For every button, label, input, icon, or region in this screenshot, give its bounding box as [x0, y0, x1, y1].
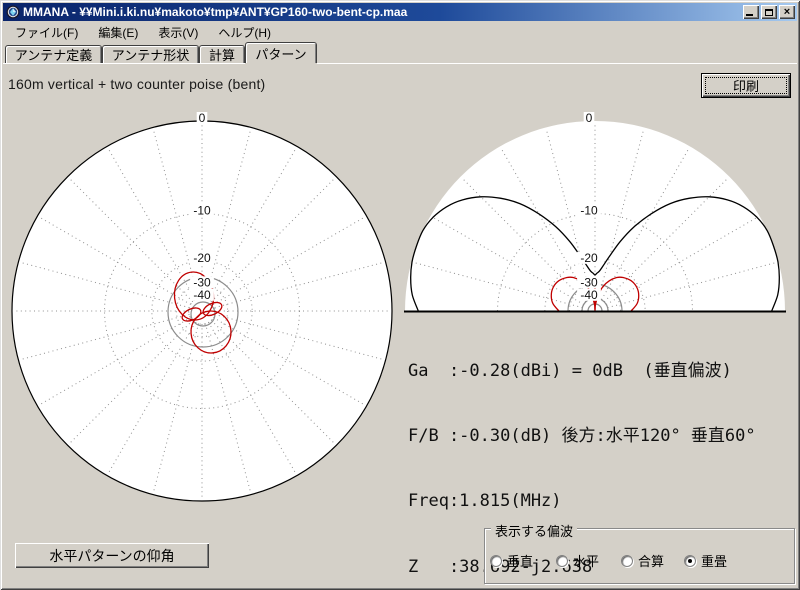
result-gain: Ga :-0.28(dBi) = 0dB (垂直偏波) [408, 361, 756, 383]
result-frequency: Freq:1.815(MHz) [408, 491, 756, 513]
polarization-group-title: 表示する偏波 [491, 521, 577, 540]
radio-vertical-icon [490, 555, 502, 567]
svg-text:-20: -20 [193, 251, 211, 265]
radio-superimposed-icon [684, 555, 696, 567]
minimize-icon [746, 14, 753, 16]
tab-calculate[interactable]: 計算 [199, 45, 245, 63]
menu-help[interactable]: ヘルプ(H) [212, 22, 277, 43]
antenna-name-text: 160m vertical + two counter poise (bent) [8, 76, 265, 92]
close-icon: × [784, 7, 790, 18]
maximize-icon [765, 9, 773, 16]
tab-strip: アンテナ定義 アンテナ形状 計算 パターン [3, 42, 797, 63]
radio-horizontal[interactable]: 水平 [556, 551, 599, 570]
menu-file[interactable]: ファイル(F) [9, 22, 84, 43]
elevation-pattern-plot: 0-10-20-30-40 [395, 111, 795, 317]
tab-antenna-definition[interactable]: アンテナ定義 [5, 45, 102, 63]
azimuth-pattern-plot: 0-10-20-30-40 [2, 111, 402, 511]
svg-text:0: 0 [199, 111, 206, 125]
print-button-label: 印刷 [705, 77, 787, 94]
print-button[interactable]: 印刷 [701, 73, 791, 98]
result-front-back: F/B :-0.30(dB) 後方:水平120° 垂直60° [408, 426, 756, 448]
tab-pattern[interactable]: パターン [245, 42, 317, 63]
title-bar: MMANA - ¥¥Mini.i.ki.nu¥makoto¥tmp¥ANT¥GP… [3, 3, 797, 21]
mmana-app-icon [6, 5, 20, 19]
menu-edit[interactable]: 編集(E) [92, 22, 144, 43]
radio-superimposed[interactable]: 重畳 [684, 551, 727, 570]
tab-antenna-shape[interactable]: アンテナ形状 [102, 45, 199, 63]
maximize-button[interactable] [761, 5, 777, 19]
menu-view[interactable]: 表示(V) [152, 22, 204, 43]
close-button[interactable]: × [779, 5, 795, 19]
svg-text:-40: -40 [580, 288, 598, 302]
menu-bar: ファイル(F) 編集(E) 表示(V) ヘルプ(H) [3, 22, 797, 42]
radio-horizontal-icon [556, 555, 568, 567]
svg-text:0: 0 [586, 111, 593, 125]
polarization-groupbox: 表示する偏波 垂直 水平 合算 重畳 [484, 528, 795, 584]
svg-text:-10: -10 [193, 204, 211, 218]
window-title: MMANA - ¥¥Mini.i.ki.nu¥makoto¥tmp¥ANT¥GP… [23, 3, 739, 21]
mmana-window: MMANA - ¥¥Mini.i.ki.nu¥makoto¥tmp¥ANT¥GP… [0, 0, 800, 590]
radio-vertical[interactable]: 垂直 [490, 551, 533, 570]
radio-combined[interactable]: 合算 [621, 551, 664, 570]
horizontal-pattern-elevation-button[interactable]: 水平パターンの仰角 [15, 543, 209, 568]
minimize-button[interactable] [743, 5, 759, 19]
svg-text:-40: -40 [193, 288, 211, 302]
svg-text:-20: -20 [580, 251, 598, 265]
svg-text:-10: -10 [580, 204, 598, 218]
radio-combined-icon [621, 555, 633, 567]
